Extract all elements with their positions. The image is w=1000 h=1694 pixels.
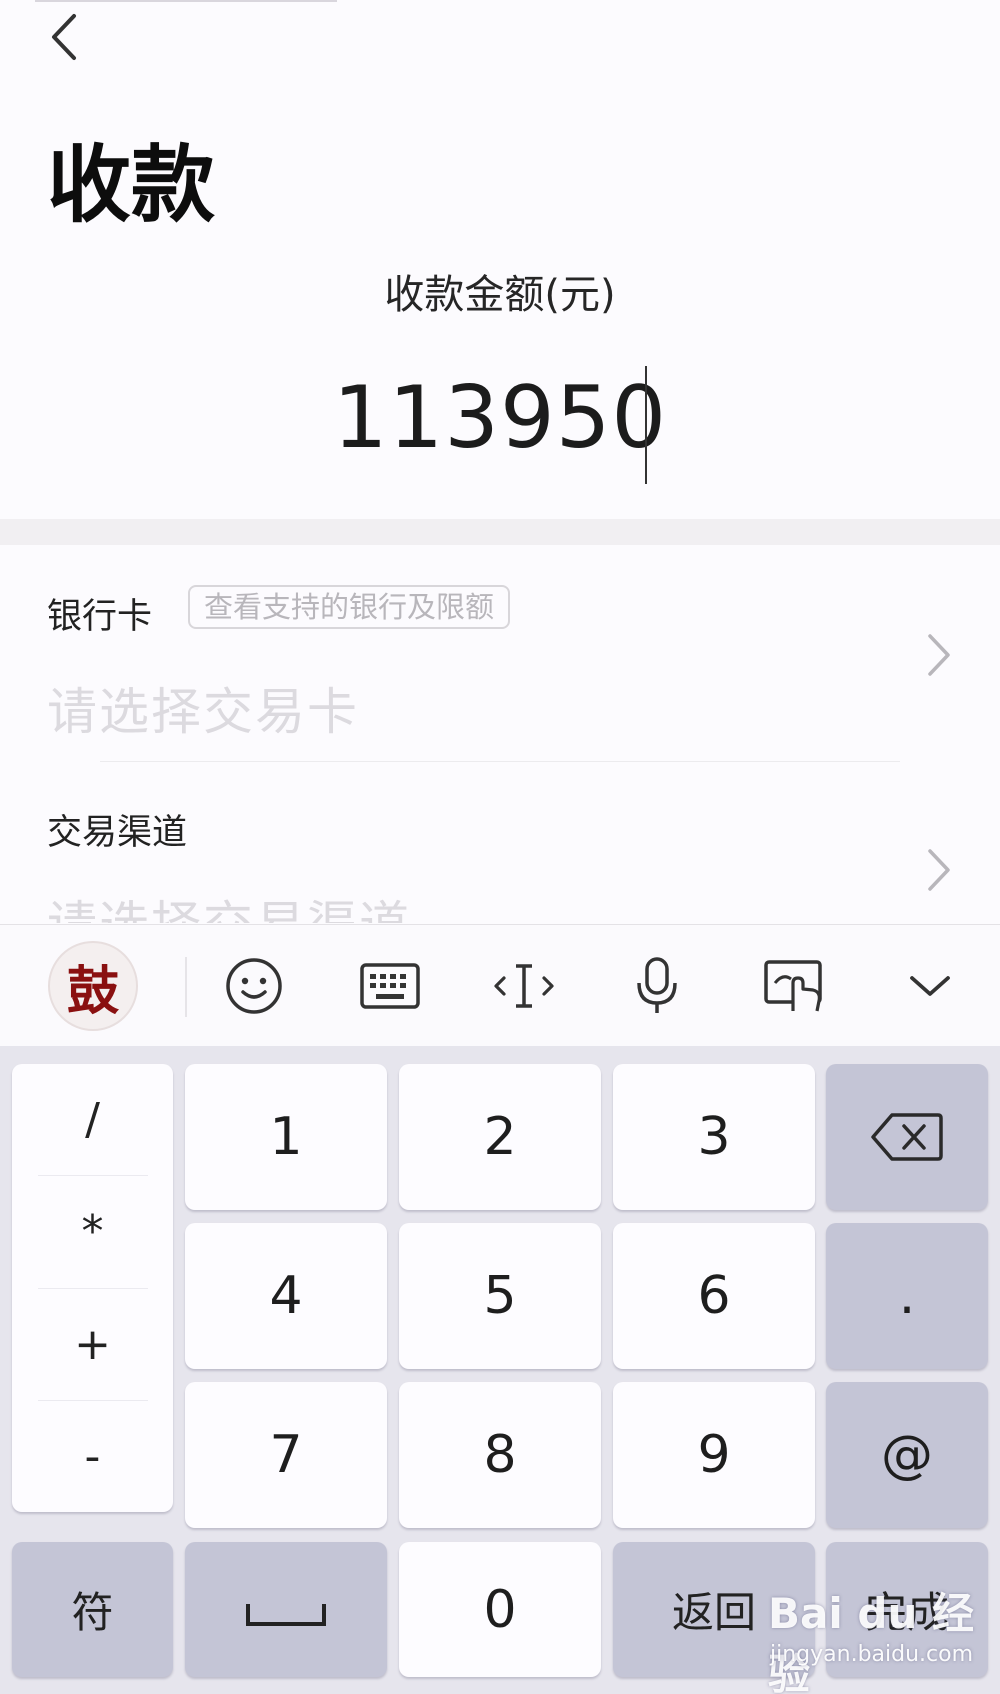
key-8[interactable]: 8 — [399, 1382, 601, 1528]
key-plus[interactable]: + — [12, 1289, 173, 1400]
chevron-left-icon — [52, 14, 76, 60]
text-caret — [645, 366, 647, 484]
key-at[interactable]: @ — [826, 1382, 988, 1528]
space-key[interactable] — [185, 1542, 387, 1677]
key-2[interactable]: 2 — [399, 1064, 601, 1210]
channel-placeholder: 请选择交易渠道 — [47, 885, 411, 923]
ime-logo-button[interactable]: 鼓 — [47, 925, 139, 1047]
supported-banks-link[interactable]: 查看支持的银行及限额 — [188, 585, 511, 629]
emoji-icon — [226, 958, 282, 1014]
bank-card-label: 银行卡 — [47, 597, 153, 637]
payment-collect-screen: 收款 收款金额(元) 113950 银行卡 查看支持的银行及限额 请选择交易卡 … — [0, 0, 1000, 1694]
bank-card-placeholder: 请选择交易卡 — [47, 683, 359, 741]
space-icon — [246, 1603, 326, 1626]
key-1[interactable]: 1 — [185, 1064, 387, 1210]
amount-label: 收款金额(元) — [384, 272, 616, 318]
microphone-icon — [637, 957, 677, 1013]
numeric-keyboard: / * + - 1 2 3 4 5 6 . 7 8 9 @ 符 0 返回 完成 — [0, 1046, 1000, 1694]
amount-input[interactable]: 113950 — [0, 368, 1000, 468]
channel-label: 交易渠道 — [47, 813, 188, 853]
symbol-keyboard-label: 符 — [71, 1588, 114, 1637]
chevron-right-icon — [918, 630, 958, 680]
return-key-label: 返回 — [671, 1588, 756, 1637]
key-minus[interactable]: - — [12, 1401, 173, 1512]
key-0[interactable]: 0 — [399, 1542, 601, 1677]
chevron-right-icon — [918, 845, 958, 895]
payment-form: 银行卡 查看支持的银行及限额 请选择交易卡 交易渠道 请选择交易渠道 — [0, 545, 1000, 923]
status-bar-remnant — [35, 0, 337, 2]
key-slash[interactable]: / — [12, 1064, 173, 1175]
ime-logo: 鼓 — [48, 941, 138, 1031]
symbol-column: / * + - — [12, 1064, 173, 1512]
emoji-button[interactable] — [214, 925, 294, 1047]
amount-value: 113950 — [332, 368, 668, 468]
key-5[interactable]: 5 — [399, 1223, 601, 1369]
cursor-icon — [494, 964, 554, 1008]
toolbar-divider — [185, 957, 187, 1017]
handwriting-button[interactable] — [756, 925, 836, 1047]
keyboard-icon — [360, 963, 420, 1009]
key-7[interactable]: 7 — [185, 1382, 387, 1528]
cursor-move-button[interactable] — [484, 925, 564, 1047]
collapse-keyboard-icon — [910, 976, 950, 996]
done-key-label: 完成 — [864, 1588, 949, 1637]
key-asterisk[interactable]: * — [12, 1176, 173, 1287]
return-key[interactable]: 返回 — [613, 1542, 815, 1677]
keyboard-switch-button[interactable] — [350, 925, 430, 1047]
backspace-key[interactable] — [826, 1064, 988, 1210]
done-key[interactable]: 完成 — [826, 1542, 988, 1677]
voice-input-button[interactable] — [617, 925, 697, 1047]
backspace-icon — [871, 1113, 943, 1161]
keyboard-toolbar: 鼓 — [0, 924, 1000, 1046]
key-3[interactable]: 3 — [613, 1064, 815, 1210]
key-6[interactable]: 6 — [613, 1223, 815, 1369]
key-dot[interactable]: . — [826, 1223, 988, 1369]
page-title: 收款 — [47, 136, 216, 234]
symbol-keyboard-key[interactable]: 符 — [12, 1542, 173, 1677]
key-9[interactable]: 9 — [613, 1382, 815, 1528]
hide-keyboard-button[interactable] — [890, 925, 970, 1047]
section-divider — [0, 519, 1000, 545]
handwriting-icon — [764, 960, 822, 1012]
key-4[interactable]: 4 — [185, 1223, 387, 1369]
back-button[interactable] — [42, 12, 92, 62]
